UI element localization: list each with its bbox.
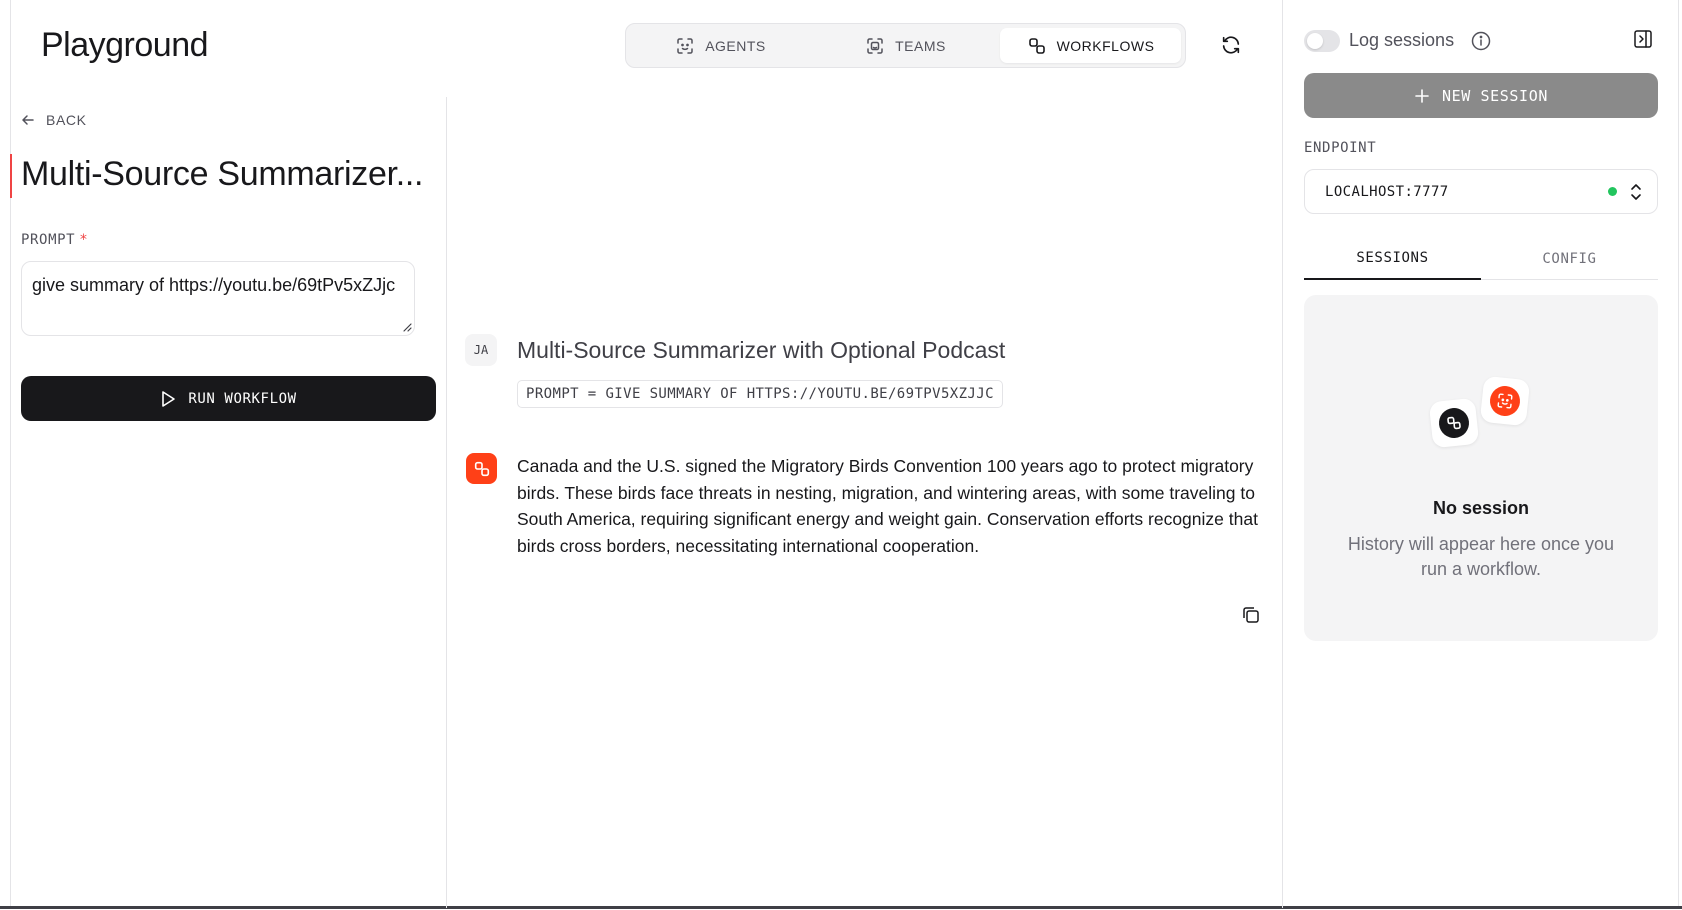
prompt-label: PROMPT * [21, 232, 88, 248]
agents-icon [677, 37, 693, 54]
tab-sessions[interactable]: SESSIONS [1304, 238, 1481, 280]
workflows-icon [1447, 416, 1461, 430]
plus-icon [1415, 88, 1429, 103]
endpoint-select[interactable]: LOCALHOST:7777 [1304, 169, 1658, 214]
log-sessions-toggle[interactable] [1304, 30, 1340, 52]
tab-agents[interactable]: AGENTS [630, 28, 811, 63]
back-label: BACK [46, 112, 87, 128]
empty-workflow-badge-circle [1437, 406, 1471, 440]
frame-right-border [1678, 0, 1679, 908]
left-panel-divider [446, 97, 447, 908]
workflows-icon [474, 461, 489, 476]
workflows-icon [1028, 37, 1045, 54]
workflow-title: Multi-Source Summarizer... [21, 155, 424, 193]
copy-icon[interactable] [1241, 605, 1261, 625]
info-icon[interactable] [1470, 30, 1492, 52]
empty-agent-badge [1479, 375, 1531, 427]
response-text: Canada and the U.S. signed the Migratory… [517, 456, 1258, 556]
tab-workflows[interactable]: WORKFLOWS [1000, 28, 1181, 63]
run-workflow-label: RUN WORKFLOW [188, 390, 297, 407]
sidebar-collapse-icon[interactable] [1632, 28, 1654, 50]
sidebar-tabs: SESSIONS CONFIG [1304, 238, 1658, 280]
endpoint-label: ENDPOINT [1304, 140, 1377, 156]
tab-teams[interactable]: TEAMS [815, 28, 996, 63]
frame-left-border [10, 0, 11, 908]
required-mark: * [79, 232, 89, 248]
arrow-left-icon [22, 115, 34, 125]
new-session-label: NEW SESSION [1442, 86, 1548, 105]
resize-handle-icon[interactable] [402, 322, 412, 332]
empty-description: History will appear here once you run a … [1347, 534, 1615, 579]
teams-icon [867, 37, 883, 54]
agents-icon [1497, 393, 1513, 409]
frame-bottom-border [0, 906, 1682, 909]
play-icon [162, 390, 176, 407]
empty-sessions-card [1304, 295, 1658, 641]
entity-tabs: AGENTS TEAMS WORKFLOWS [625, 23, 1186, 68]
user-avatar: JA [465, 334, 497, 366]
run-title: Multi-Source Summarizer with Optional Po… [517, 337, 1006, 363]
back-button[interactable]: BACK [20, 112, 87, 128]
app-title: Playground [41, 26, 209, 64]
tab-teams-label: TEAMS [895, 37, 946, 54]
log-sessions-label: Log sessions [1349, 30, 1455, 50]
chevron-up-down-icon [1631, 183, 1641, 200]
prompt-chip: PROMPT = GIVE SUMMARY OF HTTPS://YOUTU.B… [517, 380, 1003, 408]
prompt-input[interactable]: give summary of https://youtu.be/69tPv5x… [21, 261, 415, 336]
tab-config[interactable]: CONFIG [1481, 238, 1658, 279]
endpoint-status-dot [1608, 187, 1617, 196]
empty-agent-badge-circle [1488, 384, 1522, 418]
endpoint-value: LOCALHOST:7777 [1325, 183, 1449, 200]
new-session-button[interactable]: NEW SESSION [1304, 73, 1658, 118]
run-workflow-button[interactable]: RUN WORKFLOW [21, 376, 436, 421]
workflow-avatar [466, 453, 497, 484]
active-indicator [10, 154, 12, 198]
tab-agents-label: AGENTS [705, 37, 766, 54]
sidebar-divider [1282, 0, 1283, 908]
empty-title: No session [1432, 498, 1530, 518]
empty-workflow-badge [1428, 397, 1480, 449]
refresh-icon [1222, 36, 1240, 54]
tab-workflows-label: WORKFLOWS [1056, 37, 1155, 54]
prompt-label-text: PROMPT [21, 232, 76, 248]
refresh-button[interactable] [1216, 30, 1246, 60]
